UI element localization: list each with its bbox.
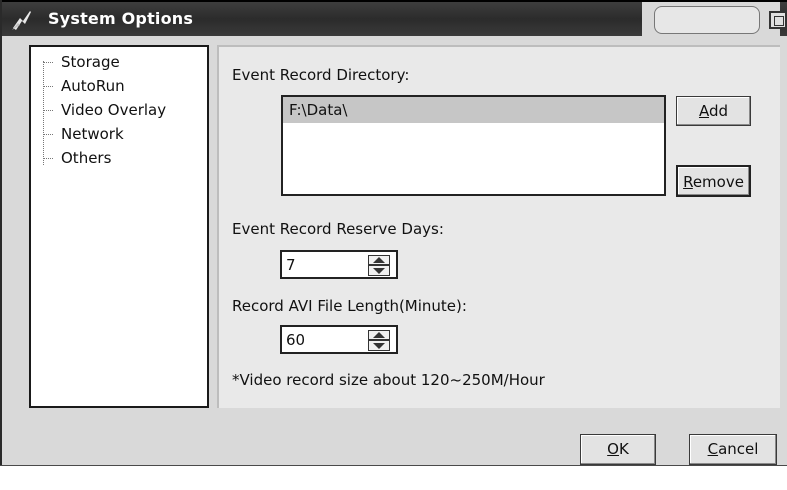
file-length-stepper[interactable]: 60	[280, 325, 398, 354]
tree-item-storage[interactable]: Storage	[31, 51, 207, 75]
reserve-days-label: Event Record Reserve Days:	[232, 220, 444, 238]
directory-label: Event Record Directory:	[232, 66, 410, 84]
arrow-up-icon[interactable]	[373, 257, 385, 263]
title-bar-field	[654, 6, 760, 34]
list-item[interactable]: F:\Data\	[283, 97, 664, 123]
tree-item-label: Storage	[61, 53, 120, 71]
window-bottom-edge	[0, 466, 787, 490]
directory-list[interactable]: F:\Data\	[281, 95, 666, 196]
remove-button[interactable]: Remove	[676, 165, 751, 197]
file-length-value[interactable]: 60	[286, 331, 305, 349]
cancel-button[interactable]: Cancel	[689, 434, 777, 465]
options-tree[interactable]: Storage AutoRun Video Overlay Network Ot…	[29, 45, 209, 408]
arrow-down-icon[interactable]	[373, 268, 385, 274]
tree-item-label: Others	[61, 149, 112, 167]
title-bar[interactable]: System Options	[2, 2, 787, 36]
list-item-text: F:\Data\	[289, 101, 348, 119]
spin-arrows-icon[interactable]	[368, 330, 390, 351]
arrow-up-icon[interactable]	[373, 332, 385, 338]
window-title: System Options	[48, 9, 194, 28]
tree-item-autorun[interactable]: AutoRun	[31, 75, 207, 99]
tree-item-network[interactable]: Network	[31, 123, 207, 147]
size-note: *Video record size about 120~250M/Hour	[232, 371, 545, 389]
add-button[interactable]: Add	[676, 96, 751, 126]
tree-item-others[interactable]: Others	[31, 147, 207, 171]
tree-item-label: Network	[61, 125, 124, 143]
spin-arrows-icon[interactable]	[368, 255, 390, 276]
window-border	[0, 0, 2, 468]
ok-button[interactable]: OK	[580, 434, 656, 465]
tree-item-label: AutoRun	[61, 77, 125, 95]
reserve-days-stepper[interactable]: 7	[280, 250, 398, 279]
arrow-down-icon[interactable]	[373, 343, 385, 349]
maximize-button[interactable]	[769, 11, 787, 29]
app-icon	[10, 8, 34, 32]
tree-item-label: Video Overlay	[61, 101, 167, 119]
tree-item-video-overlay[interactable]: Video Overlay	[31, 99, 207, 123]
file-length-label: Record AVI File Length(Minute):	[232, 297, 467, 315]
system-options-window: System Options Storage AutoRun Video Ove…	[0, 0, 787, 490]
reserve-days-value[interactable]: 7	[286, 256, 296, 274]
